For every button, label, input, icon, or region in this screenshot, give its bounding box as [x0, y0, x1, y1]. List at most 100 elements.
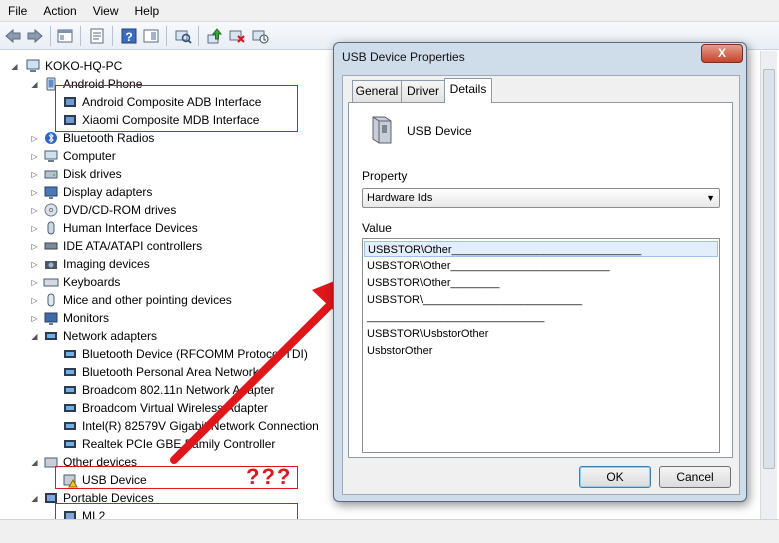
scan-hardware-icon[interactable] [174, 27, 192, 45]
tree-item-label: Realtek PCIe GBE Family Controller [82, 437, 276, 451]
status-bar [0, 519, 779, 543]
net-device-icon [62, 346, 78, 362]
help-icon[interactable]: ? [120, 27, 138, 45]
ok-button[interactable]: OK [579, 466, 651, 488]
tree-item[interactable]: IDE ATA/ATAPI controllers [43, 237, 202, 255]
hid-device-icon [43, 220, 59, 236]
menu-file[interactable]: File [0, 0, 35, 22]
tree-item-label: Network adapters [63, 329, 158, 343]
tree-item[interactable]: Network adapters [43, 327, 157, 345]
back-arrow-icon[interactable] [4, 27, 22, 45]
tree-item-label: Intel(R) 82579V Gigabit Network Connecti… [82, 419, 319, 433]
tab-general[interactable]: General [352, 80, 402, 102]
tree-item[interactable]: DVD/CD-ROM drives [43, 201, 176, 219]
kbd-device-icon [43, 274, 59, 290]
console-tree-icon[interactable] [56, 27, 74, 45]
menu-view[interactable]: View [85, 0, 127, 22]
vertical-scrollbar[interactable] [760, 51, 777, 519]
expand-arrow-icon[interactable]: ▷ [30, 242, 39, 251]
tree-item[interactable]: Broadcom 802.11n Network Adapter [62, 381, 275, 399]
property-label: Property [362, 169, 408, 183]
property-select[interactable]: Hardware Ids ▼ [362, 188, 720, 208]
toolbar-separator [50, 26, 51, 46]
tree-item[interactable]: Intel(R) 82579V Gigabit Network Connecti… [62, 417, 319, 435]
expand-arrow-icon[interactable]: ▷ [30, 206, 39, 215]
value-row[interactable]: USBSTOR\Other________ [367, 275, 499, 291]
device-name: USB Device [407, 124, 472, 138]
tab-details[interactable]: Details [444, 78, 492, 103]
value-row[interactable]: _____________________________ [367, 309, 544, 325]
tree-item[interactable]: Computer [43, 147, 116, 165]
value-row[interactable]: USBSTOR\Other__________________________ [367, 258, 610, 274]
display-device-icon [43, 184, 59, 200]
tree-item[interactable]: Monitors [43, 309, 109, 327]
net-device-icon [62, 364, 78, 380]
uninstall-device-icon[interactable] [228, 27, 246, 45]
annotation-question-marks: ??? [246, 464, 293, 489]
tree-item[interactable]: Keyboards [43, 273, 120, 291]
tree-item-label: Display adapters [63, 185, 153, 199]
expand-arrow-icon[interactable]: ▷ [30, 224, 39, 233]
tree-item-label: Mice and other pointing devices [63, 293, 232, 307]
collapse-arrow-icon[interactable]: ◢ [30, 332, 39, 341]
toolbar-separator [166, 26, 167, 46]
show-hide-icon[interactable] [142, 27, 160, 45]
disk-device-icon [43, 166, 59, 182]
value-row[interactable]: USBSTOR\__________________________ [367, 292, 582, 308]
dvd-device-icon [43, 202, 59, 218]
scrollbar-thumb[interactable] [763, 69, 775, 469]
value-row[interactable]: USBSTOR\Other___________________________… [364, 241, 718, 257]
bt-device-icon [43, 130, 59, 146]
tab-driver[interactable]: Driver [401, 80, 445, 102]
menu-action[interactable]: Action [35, 0, 84, 22]
value-row[interactable]: UsbstorOther [367, 343, 432, 359]
net-device-icon [62, 418, 78, 434]
update-driver-icon[interactable] [205, 27, 223, 45]
tree-item-label: Bluetooth Personal Area Network [82, 365, 259, 379]
tree-item-label: IDE ATA/ATAPI controllers [63, 239, 203, 253]
properties-icon[interactable] [88, 27, 106, 45]
tree-item[interactable]: Mice and other pointing devices [43, 291, 232, 309]
expand-arrow-icon[interactable]: ▷ [30, 296, 39, 305]
net-device-icon [62, 436, 78, 452]
expand-arrow-icon[interactable]: ▷ [30, 314, 39, 323]
usb-device-icon [367, 113, 397, 145]
expand-arrow-icon[interactable]: ▷ [30, 188, 39, 197]
collapse-arrow-icon[interactable]: ◢ [30, 494, 39, 503]
value-row[interactable]: USBSTOR\UsbstorOther [367, 326, 488, 342]
collapse-arrow-icon[interactable]: ◢ [30, 458, 39, 467]
tree-item-label: Imaging devices [63, 257, 150, 271]
menu-help[interactable]: Help [127, 0, 168, 22]
tree-item[interactable]: Human Interface Devices [43, 219, 198, 237]
tree-item-label: Computer [63, 149, 116, 163]
forward-arrow-icon[interactable] [26, 27, 44, 45]
close-button[interactable]: X [701, 44, 743, 63]
tree-item[interactable]: Realtek PCIe GBE Family Controller [62, 435, 275, 453]
tree-item[interactable]: Bluetooth Personal Area Network [62, 363, 259, 381]
property-select-value: Hardware Ids [367, 192, 433, 204]
expand-arrow-icon[interactable]: ▷ [30, 134, 39, 143]
annotation-box-android [55, 85, 298, 132]
cancel-button[interactable]: Cancel [659, 466, 731, 488]
tree-item-label: Keyboards [63, 275, 121, 289]
tree-item[interactable]: Bluetooth Device (RFCOMM Protocol TDI) [62, 345, 308, 363]
tree-item[interactable]: Display adapters [43, 183, 152, 201]
expand-arrow-icon[interactable]: ▷ [30, 278, 39, 287]
expand-arrow-icon[interactable]: ▷ [30, 152, 39, 161]
value-list[interactable]: USBSTOR\Other___________________________… [362, 238, 720, 453]
tree-item-label: Bluetooth Device (RFCOMM Protocol TDI) [82, 347, 308, 361]
details-panel: USB Device Property Hardware Ids ▼ Value… [348, 102, 733, 458]
collapse-arrow-icon[interactable]: ◢ [10, 62, 19, 71]
tree-item[interactable]: Disk drives [43, 165, 122, 183]
tree-item-label: Disk drives [63, 167, 122, 181]
disable-device-icon[interactable] [251, 27, 269, 45]
dialog-title: USB Device Properties [342, 50, 465, 64]
tree-item[interactable]: Broadcom Virtual Wireless Adapter [62, 399, 268, 417]
expand-arrow-icon[interactable]: ▷ [30, 170, 39, 179]
tree-item-label: Monitors [63, 311, 110, 325]
tree-root[interactable]: ◢ KOKO-HQ-PC [10, 57, 122, 75]
toolbar-separator [198, 26, 199, 46]
expand-arrow-icon[interactable]: ▷ [30, 260, 39, 269]
tree-item[interactable]: Imaging devices [43, 255, 150, 273]
collapse-arrow-icon[interactable]: ◢ [30, 80, 39, 89]
